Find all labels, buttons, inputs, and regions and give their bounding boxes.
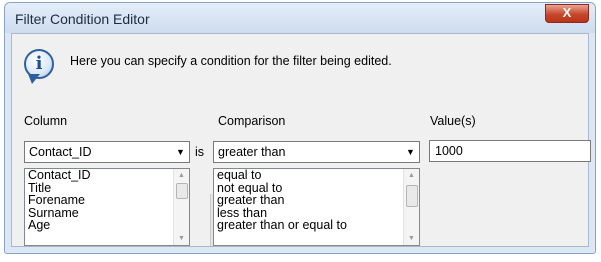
scrollbar-thumb[interactable] <box>406 185 418 207</box>
chevron-down-icon[interactable]: ▼ <box>402 142 419 162</box>
list-item[interactable]: Forename <box>28 194 189 207</box>
scroll-up-icon[interactable]: ▲ <box>174 172 189 179</box>
chevron-down-icon[interactable]: ▼ <box>172 142 189 162</box>
list-item[interactable]: Age <box>28 219 189 232</box>
column-selected-value: Contact_ID <box>29 145 92 159</box>
filter-condition-editor-window: Filter Condition Editor X i Here you can… <box>4 2 596 254</box>
column-label: Column <box>24 114 68 128</box>
info-icon-glyph: i <box>35 53 43 74</box>
list-item[interactable]: Contact_ID <box>28 169 189 182</box>
values-input[interactable]: 1000 <box>429 140 591 162</box>
list-item[interactable]: Surname <box>28 206 189 220</box>
scrollbar-thumb[interactable] <box>176 183 188 199</box>
scroll-down-icon[interactable]: ▼ <box>404 235 419 242</box>
comparison-label: Comparison <box>218 114 286 128</box>
window-title: Filter Condition Editor <box>15 11 150 27</box>
list-item[interactable]: equal to <box>217 169 419 182</box>
comparison-combobox[interactable]: greater than ▼ <box>213 141 420 163</box>
column-combobox[interactable]: Contact_ID ▼ <box>24 141 190 163</box>
scroll-down-icon[interactable]: ▼ <box>174 235 189 242</box>
info-message: Here you can specify a condition for the… <box>70 54 392 68</box>
dialog-body: i Here you can specify a condition for t… <box>11 33 591 247</box>
is-label: is <box>195 145 205 159</box>
close-icon: X <box>562 5 572 20</box>
title-bar[interactable]: Filter Condition Editor X <box>5 3 595 33</box>
values-input-text: 1000 <box>435 144 463 158</box>
comparison-list-scrollbar[interactable]: ▲ ▼ <box>403 169 419 245</box>
column-list-scrollbar[interactable]: ▲ ▼ <box>173 169 189 245</box>
comparison-listbox[interactable]: equal to not equal to greater than less … <box>213 168 420 246</box>
info-icon-tail <box>28 74 40 84</box>
comparison-selected-value: greater than <box>218 145 286 159</box>
column-listbox[interactable]: Contact_ID Title Forename Surname Age ▲ … <box>24 168 190 246</box>
values-label: Value(s) <box>430 114 476 128</box>
scroll-up-icon[interactable]: ▲ <box>404 172 419 179</box>
list-item[interactable]: greater than <box>217 194 419 207</box>
list-item[interactable]: greater than or equal to <box>217 219 419 232</box>
close-button[interactable]: X <box>545 4 589 23</box>
